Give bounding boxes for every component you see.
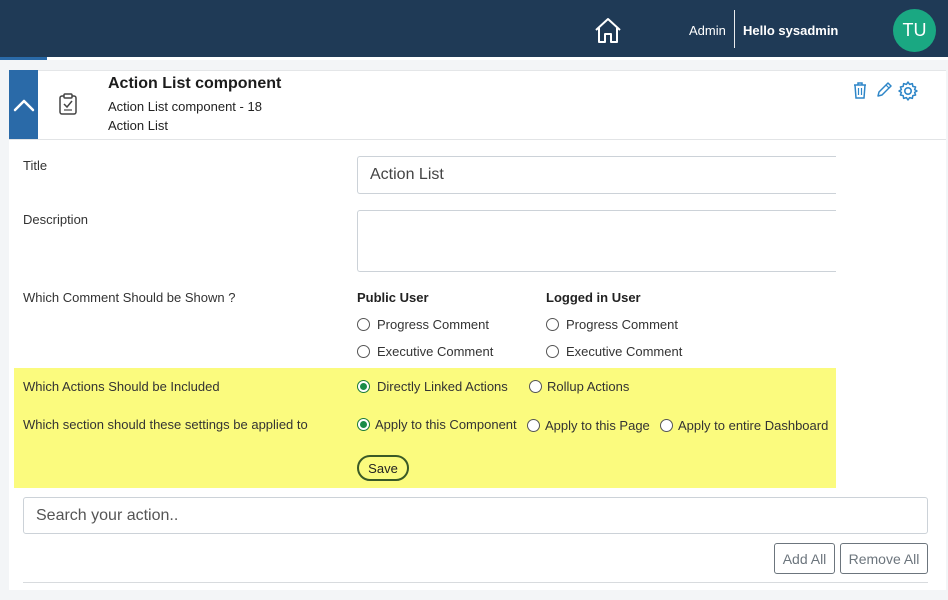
radio-circle[interactable]	[527, 419, 540, 432]
actions-question-label: Which Actions Should be Included	[23, 379, 220, 394]
radio-circle[interactable]	[357, 318, 370, 331]
radio-circle[interactable]	[546, 318, 559, 331]
radio-label: Progress Comment	[377, 317, 489, 332]
radio-label: Executive Comment	[566, 344, 683, 359]
radio-label: Progress Comment	[566, 317, 678, 332]
apply-page-radio[interactable]: Apply to this Page	[527, 418, 650, 433]
description-label: Description	[23, 212, 89, 227]
list-divider	[23, 582, 928, 583]
component-subtitle: Action List component - 18	[108, 99, 262, 114]
role-label[interactable]: Admin	[689, 23, 726, 38]
chevron-up-icon	[13, 99, 34, 112]
header-divider	[734, 10, 735, 48]
comment-question-label: Which Comment Should be Shown ?	[23, 290, 236, 305]
radio-circle[interactable]	[357, 345, 370, 358]
component-type: Action List	[108, 118, 168, 133]
description-textarea[interactable]	[357, 210, 836, 272]
trash-icon[interactable]	[850, 80, 870, 100]
section-question-label: Which section should these settings be a…	[23, 417, 308, 432]
collapse-button[interactable]	[9, 70, 38, 140]
radio-circle[interactable]	[660, 419, 673, 432]
radio-label: Directly Linked Actions	[377, 379, 508, 394]
apply-dashboard-radio[interactable]: Apply to entire Dashboard	[660, 418, 828, 433]
greeting-label[interactable]: Hello sysadmin	[743, 23, 838, 38]
radio-label: Apply to entire Dashboard	[678, 418, 829, 433]
directly-linked-radio[interactable]: Directly Linked Actions	[357, 379, 508, 394]
logged-progress-radio[interactable]: Progress Comment	[546, 317, 678, 332]
radio-circle-checked[interactable]	[357, 418, 370, 431]
radio-circle[interactable]	[546, 345, 559, 358]
public-user-heading: Public User	[357, 290, 429, 305]
logged-executive-radio[interactable]: Executive Comment	[546, 344, 682, 359]
pencil-icon[interactable]	[874, 80, 894, 100]
radio-label: Apply to this Page	[545, 418, 650, 433]
save-button[interactable]: Save	[357, 455, 409, 481]
rollup-radio[interactable]: Rollup Actions	[529, 379, 629, 394]
home-icon[interactable]	[593, 16, 623, 44]
gear-icon[interactable]	[897, 80, 918, 101]
public-executive-radio[interactable]: Executive Comment	[357, 344, 493, 359]
header-separator	[9, 139, 946, 140]
action-search-input[interactable]: Search your action..	[23, 497, 928, 534]
radio-label: Executive Comment	[377, 344, 494, 359]
public-progress-radio[interactable]: Progress Comment	[357, 317, 489, 332]
apply-component-radio[interactable]: Apply to this Component	[357, 417, 517, 432]
title-input[interactable]: Action List	[357, 156, 836, 194]
logged-user-heading: Logged in User	[546, 290, 641, 305]
radio-circle-checked[interactable]	[357, 380, 370, 393]
component-title: Action List component	[108, 75, 282, 92]
radio-label: Rollup Actions	[547, 379, 630, 394]
remove-all-button[interactable]: Remove All	[840, 543, 928, 574]
avatar[interactable]: TU	[893, 9, 936, 52]
add-all-button[interactable]: Add All	[774, 543, 835, 574]
radio-label: Apply to this Component	[375, 417, 517, 432]
title-label: Title	[23, 158, 48, 173]
clipboard-check-icon	[57, 92, 79, 116]
radio-circle[interactable]	[529, 380, 542, 393]
